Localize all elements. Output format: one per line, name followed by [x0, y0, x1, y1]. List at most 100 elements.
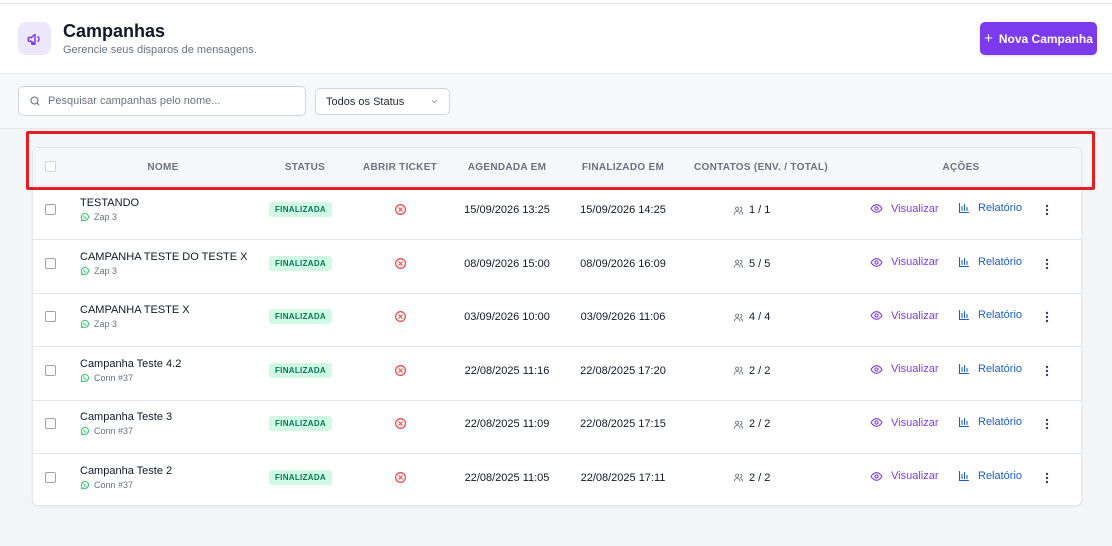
connection-label: Conn #37: [94, 479, 134, 490]
select-all-checkbox[interactable]: [45, 161, 56, 172]
search-icon: [30, 96, 40, 106]
view-action[interactable]: Visualizar: [870, 309, 939, 322]
contacts-count: 5 / 5: [733, 258, 789, 270]
megaphone-icon: [18, 22, 51, 55]
contacts-value: 1 / 1: [749, 204, 771, 216]
report-label: Relatório: [978, 255, 1023, 268]
view-action[interactable]: Visualizar: [870, 363, 939, 376]
eye-icon: [870, 204, 883, 213]
row-checkbox[interactable]: [45, 204, 56, 215]
new-campaign-label: Nova Campanha: [998, 31, 1093, 46]
table-row: CAMPANHA TESTE X Zap 3 FINALIZADA 03/09/…: [33, 293, 1081, 347]
bar-chart-icon: [958, 416, 970, 428]
scheduled-date: 08/09/2026 15:00: [464, 257, 550, 270]
campaign-name: Campanha Teste 3: [80, 411, 173, 423]
close-circle-icon[interactable]: [394, 471, 407, 489]
whatsapp-icon: [80, 319, 89, 329]
view-label: Visualizar: [891, 416, 939, 429]
status-badge: FINALIZADA: [269, 362, 332, 378]
view-action[interactable]: Visualizar: [870, 202, 939, 215]
row-checkbox[interactable]: [45, 471, 56, 483]
row-checkbox[interactable]: [45, 418, 56, 429]
finished-date: 03/09/2026 11:06: [580, 311, 666, 323]
bar-chart-icon: [958, 202, 970, 214]
users-icon: [733, 473, 744, 482]
view-action[interactable]: Visualizar: [870, 416, 939, 429]
connection-label: Zap 3: [94, 265, 118, 276]
row-checkbox[interactable]: [45, 311, 56, 322]
report-action[interactable]: Relatório: [958, 416, 1022, 428]
chevron-down-icon: [431, 99, 438, 104]
contacts-count: 2 / 2: [733, 472, 789, 484]
contacts-value: 2 / 2: [749, 364, 771, 377]
close-circle-icon[interactable]: [394, 364, 407, 382]
report-action[interactable]: Relatório: [958, 256, 1022, 268]
page-title: Campanhas: [63, 21, 166, 41]
eye-icon: [870, 311, 883, 320]
contacts-value: 2 / 2: [749, 471, 771, 484]
connection-label: Conn #37: [94, 372, 134, 383]
close-circle-icon[interactable]: [394, 417, 407, 435]
scheduled-date: 22/08/2025 11:09: [464, 418, 550, 430]
bar-chart-icon: [958, 363, 970, 374]
view-label: Visualizar: [891, 470, 939, 482]
report-action[interactable]: Relatório: [958, 202, 1022, 214]
whatsapp-icon: [80, 266, 89, 275]
report-action[interactable]: Relatório: [958, 470, 1022, 482]
more-options-icon[interactable]: [1043, 470, 1051, 486]
row-checkbox[interactable]: [45, 257, 56, 269]
campaign-connection: Zap 3: [80, 266, 117, 276]
page-header: Campanhas Gerencie seus disparos de mens…: [0, 4, 1112, 74]
status-select-value: Todos os Status: [326, 95, 405, 108]
more-options-icon[interactable]: [1043, 256, 1051, 272]
campaign-connection: Conn #37: [80, 480, 133, 490]
contacts-count: 1 / 1: [733, 204, 789, 216]
more-options-icon[interactable]: [1043, 363, 1051, 379]
campaigns-table: NOME STATUS ABRIR TICKET AGENDADA EM FIN…: [32, 147, 1082, 506]
more-options-icon[interactable]: [1043, 202, 1051, 218]
search-input[interactable]: [48, 95, 288, 107]
whatsapp-icon: [80, 212, 89, 222]
close-circle-icon[interactable]: [394, 310, 407, 328]
report-label: Relatório: [978, 202, 1023, 214]
status-select[interactable]: Todos os Status: [315, 88, 450, 115]
eye-icon: [870, 364, 883, 374]
new-campaign-button[interactable]: + Nova Campanha: [980, 22, 1097, 55]
close-circle-icon[interactable]: [394, 257, 407, 275]
status-badge: FINALIZADA: [269, 255, 332, 271]
more-options-icon[interactable]: [1043, 309, 1051, 325]
close-circle-icon[interactable]: [394, 203, 407, 221]
finished-date: 22/08/2025 17:15: [580, 418, 666, 430]
users-icon: [733, 420, 744, 429]
row-checkbox[interactable]: [45, 364, 56, 376]
view-action[interactable]: Visualizar: [870, 256, 939, 269]
search-box[interactable]: [18, 86, 306, 116]
campaign-connection: Zap 3: [80, 212, 117, 222]
view-label: Visualizar: [891, 309, 939, 322]
contacts-value: 5 / 5: [749, 257, 771, 270]
campaign-name: CAMPANHA TESTE X: [80, 304, 190, 316]
status-badge: FINALIZADA: [269, 309, 332, 324]
contacts-count: 2 / 2: [733, 418, 789, 430]
plus-icon: +: [984, 30, 993, 47]
column-header-name: NOME: [147, 161, 179, 173]
report-action[interactable]: Relatório: [958, 363, 1022, 375]
eye-icon: [870, 257, 883, 267]
column-header-status: STATUS: [284, 161, 326, 173]
view-label: Visualizar: [891, 202, 939, 215]
whatsapp-icon: [80, 373, 89, 382]
more-options-icon[interactable]: [1043, 416, 1051, 432]
scheduled-date: 03/09/2026 10:00: [464, 311, 550, 323]
campaign-connection: Conn #37: [80, 426, 133, 436]
scheduled-date: 22/08/2025 11:05: [464, 471, 550, 484]
campaign-name: Campanha Teste 2: [80, 464, 173, 477]
column-header-finished: FINALIZADO EM: [581, 161, 665, 173]
eye-icon: [870, 418, 883, 427]
view-label: Visualizar: [891, 363, 939, 375]
contacts-value: 4 / 4: [749, 311, 771, 323]
connection-label: Zap 3: [94, 319, 118, 329]
finished-date: 08/09/2026 16:09: [580, 257, 666, 270]
column-header-contacts: CONTATOS (ENV. / TOTAL): [694, 161, 828, 173]
report-action[interactable]: Relatório: [958, 309, 1022, 321]
view-action[interactable]: Visualizar: [870, 470, 939, 483]
